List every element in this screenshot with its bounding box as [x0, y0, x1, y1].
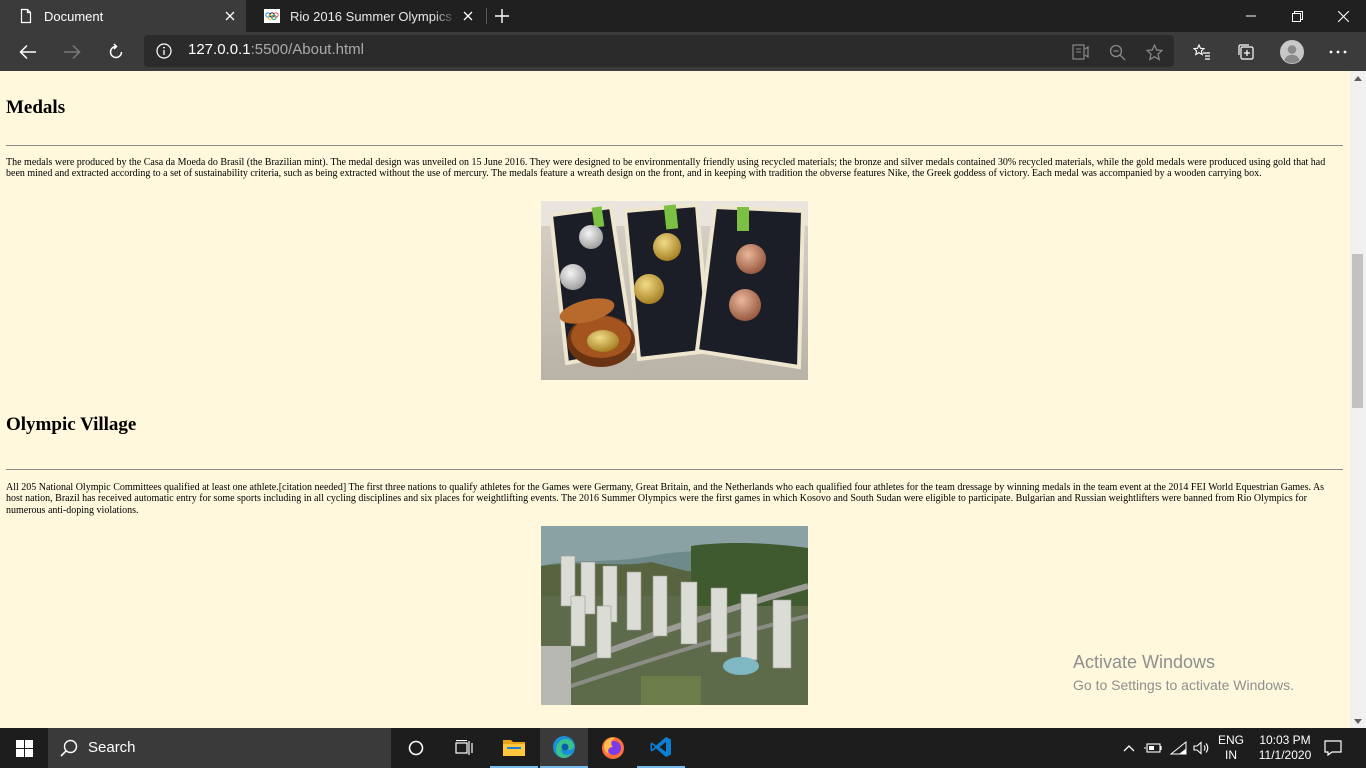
language-region: IN: [1225, 748, 1237, 762]
chevron-up-icon: [1123, 744, 1135, 751]
collections-icon: [1238, 44, 1254, 60]
restore-button[interactable]: [1274, 0, 1320, 32]
info-icon[interactable]: [156, 43, 172, 59]
star-icon: [1145, 43, 1163, 61]
url-text[interactable]: 127.0.0.1:5500/About.html: [188, 41, 364, 58]
windows-taskbar: Search ENG IN 10:03 PM 11/1/2020: [0, 728, 1366, 768]
chevron-up-icon: [1354, 75, 1362, 81]
start-button[interactable]: [0, 728, 48, 768]
firefox-button[interactable]: [589, 728, 637, 768]
taskbar-search-box[interactable]: Search: [48, 728, 391, 768]
chevron-down-icon: [1354, 718, 1362, 724]
minimize-icon: [1246, 15, 1256, 17]
close-tab-icon[interactable]: [220, 6, 240, 26]
input-language-indicator[interactable]: ENG IN: [1216, 733, 1246, 763]
collections-button[interactable]: [1228, 34, 1264, 70]
language-code: ENG: [1217, 733, 1244, 747]
battery-icon: [1144, 743, 1162, 753]
action-center-button[interactable]: [1318, 728, 1348, 768]
speaker-icon: [1192, 741, 1208, 755]
section-divider: [6, 469, 1343, 470]
zoom-button[interactable]: [1106, 41, 1128, 63]
read-aloud-button[interactable]: [1070, 41, 1092, 63]
page-icon: [20, 8, 32, 24]
browser-tab-strip: Document Rio 2016 Summer Olympics - resu…: [0, 0, 1366, 32]
scroll-down-button[interactable]: [1350, 714, 1366, 728]
olympic-rings-icon: [264, 9, 280, 23]
profile-button[interactable]: [1274, 34, 1310, 70]
close-tab-icon[interactable]: [458, 6, 478, 26]
close-window-button[interactable]: [1320, 0, 1366, 32]
edge-browser-button[interactable]: [540, 728, 588, 768]
back-button[interactable]: [10, 34, 46, 70]
cortana-icon: [408, 740, 424, 756]
network-tray[interactable]: [1167, 728, 1189, 768]
volume-tray[interactable]: [1190, 728, 1212, 768]
tab-document[interactable]: Document: [0, 0, 246, 32]
section-paragraph-medals: The medals were produced by the Casa da …: [6, 157, 1326, 180]
address-bar[interactable]: 127.0.0.1:5500/About.html: [144, 35, 1174, 67]
section-divider: [6, 145, 1343, 146]
search-placeholder: Search: [88, 739, 136, 756]
plus-icon: [495, 9, 509, 23]
vscode-button[interactable]: [637, 728, 685, 768]
restore-icon: [1291, 10, 1303, 22]
more-icon: [1329, 50, 1347, 54]
forward-arrow-icon: [64, 44, 81, 60]
battery-tray[interactable]: [1142, 728, 1164, 768]
url-host: 127.0.0.1: [188, 41, 251, 58]
firefox-icon: [602, 737, 624, 759]
cortana-button[interactable]: [392, 728, 440, 768]
refresh-button[interactable]: [98, 34, 134, 70]
medals-image: [541, 201, 808, 380]
favorites-button[interactable]: [1184, 34, 1220, 70]
section-heading-medals: Medals: [6, 97, 66, 118]
folder-icon: [503, 740, 525, 756]
forward-button[interactable]: [54, 34, 90, 70]
task-view-icon: [455, 740, 473, 755]
wifi-icon: [1169, 741, 1186, 755]
url-path: :5500/About.html: [250, 41, 364, 58]
show-hidden-icons-button[interactable]: [1120, 728, 1138, 768]
close-icon: [1337, 10, 1349, 22]
tab-rio-olympics[interactable]: Rio 2016 Summer Olympics - results: [246, 0, 484, 32]
file-explorer-button[interactable]: [490, 728, 538, 768]
watermark-title: Activate Windows: [1073, 652, 1216, 672]
avatar-icon: [1280, 40, 1304, 64]
clock-date: 11/1/2020: [1258, 748, 1312, 762]
page-viewport: Medals The medals were produced by the C…: [0, 71, 1350, 728]
section-heading-olympic-village: Olympic Village: [6, 414, 137, 435]
refresh-icon: [109, 43, 123, 59]
immersive-reader-icon: [1072, 44, 1089, 60]
notification-icon: [1324, 740, 1342, 756]
tab-divider: [486, 8, 487, 24]
task-view-button[interactable]: [440, 728, 488, 768]
clock-time: 10:03 PM: [1259, 733, 1311, 747]
add-favorite-button[interactable]: [1143, 41, 1165, 63]
activate-windows-watermark: Activate Windows Go to Settings to activ…: [1073, 651, 1294, 695]
edge-icon: [553, 736, 575, 758]
section-paragraph-olympic-village: All 205 National Olympic Committees qual…: [6, 482, 1325, 516]
olympic-village-image: [541, 526, 808, 705]
new-tab-button[interactable]: [490, 4, 514, 28]
minimize-button[interactable]: [1228, 0, 1274, 32]
tab-title: Document: [44, 8, 104, 24]
scrollbar-thumb[interactable]: [1352, 254, 1363, 408]
settings-more-button[interactable]: [1320, 34, 1356, 70]
search-icon: [60, 739, 78, 757]
zoom-icon: [1109, 44, 1125, 60]
back-arrow-icon: [19, 44, 36, 60]
scroll-up-button[interactable]: [1350, 71, 1366, 85]
watermark-subtitle: Go to Settings to activate Windows.: [1073, 677, 1294, 693]
tab-title: Rio 2016 Summer Olympics - results: [290, 8, 458, 24]
windows-logo-icon: [15, 739, 33, 757]
favorites-icon: [1193, 43, 1210, 60]
browser-toolbar: 127.0.0.1:5500/About.html: [0, 32, 1366, 71]
taskbar-clock[interactable]: 10:03 PM 11/1/2020: [1254, 733, 1316, 763]
vscode-icon: [650, 737, 671, 757]
vertical-scrollbar[interactable]: [1350, 71, 1366, 728]
